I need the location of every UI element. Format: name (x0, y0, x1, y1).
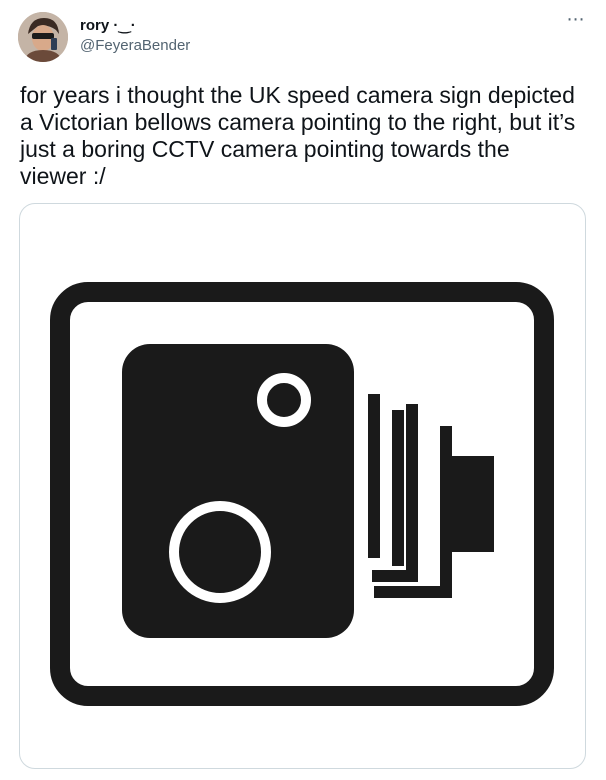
tweet-media[interactable] (19, 203, 586, 769)
avatar[interactable] (18, 12, 68, 62)
user-avatar-icon (18, 12, 68, 62)
user-handle[interactable]: @FeyeraBender (80, 37, 190, 54)
lens-housing (440, 456, 494, 552)
speed-camera-sign-icon (50, 282, 554, 706)
bar-3 (392, 410, 404, 566)
tweet-text: for years i thought the UK speed camera … (20, 82, 576, 189)
bar-1 (368, 394, 380, 558)
tweet: rory ·‿· @FeyeraBender ⋯ for years i tho… (0, 0, 606, 780)
display-name[interactable]: rory ·‿· (80, 16, 136, 34)
more-horizontal-icon[interactable]: ⋯ (562, 10, 590, 32)
